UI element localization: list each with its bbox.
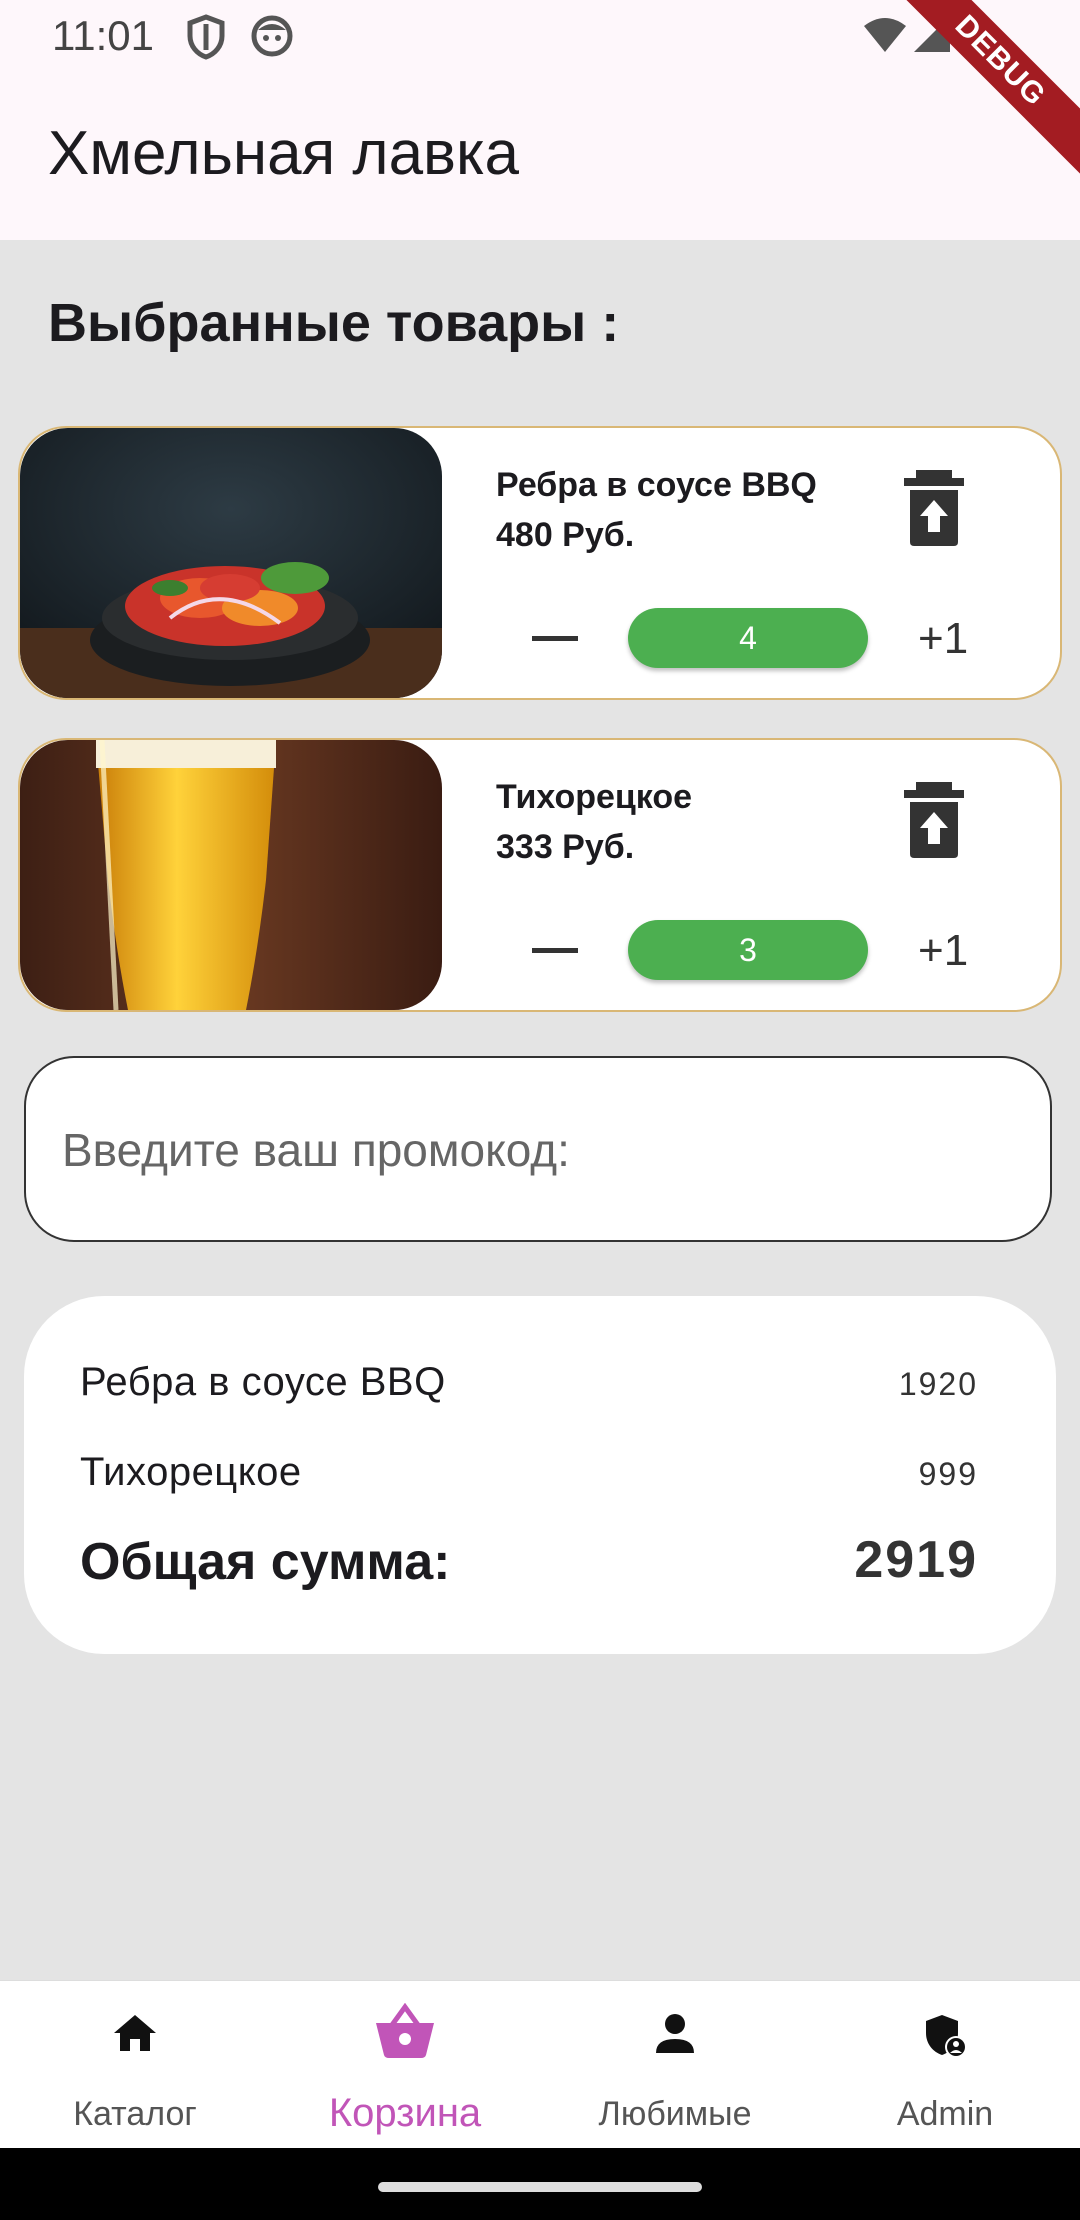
cart-section-title: Выбранные товары : bbox=[48, 293, 620, 353]
basket-icon bbox=[376, 2003, 434, 2058]
summary-item-value: 999 bbox=[918, 1456, 978, 1492]
nav-label: Каталог bbox=[73, 2095, 197, 2133]
system-navigation-bar bbox=[0, 2148, 1080, 2220]
nav-item-favorites[interactable]: Любимые bbox=[540, 1981, 810, 2149]
product-image-ribs bbox=[20, 428, 442, 698]
cart-item-card: Ребра в соусе BBQ 480 Руб. 4 +1 bbox=[18, 426, 1062, 700]
app-title: Хмельная лавка bbox=[48, 119, 519, 188]
nav-item-admin[interactable]: Admin bbox=[810, 1981, 1080, 2149]
promo-code-input[interactable] bbox=[60, 1122, 964, 1178]
cart-item-name: Ребра в соусе BBQ bbox=[496, 466, 817, 504]
promo-code-field[interactable] bbox=[24, 1056, 1052, 1242]
nav-item-catalog[interactable]: Каталог bbox=[0, 1981, 270, 2149]
total-label: Общая сумма: bbox=[80, 1533, 451, 1591]
shield-status-icon bbox=[187, 14, 225, 60]
status-time: 11:01 bbox=[52, 12, 154, 59]
person-icon bbox=[656, 2014, 694, 2053]
order-summary: Ребра в соусе BBQ 1920 Тихорецкое 999 Об… bbox=[24, 1296, 1056, 1654]
total-value: 2919 bbox=[854, 1531, 978, 1589]
summary-item-name: Ребра в соусе BBQ bbox=[80, 1360, 446, 1404]
product-image-beer bbox=[20, 740, 442, 1010]
quantity-badge: 4 bbox=[628, 608, 868, 668]
nav-label: Корзина bbox=[328, 2091, 482, 2135]
cart-item-price: 480 Руб. bbox=[496, 516, 635, 554]
nav-label: Admin bbox=[896, 2095, 994, 2133]
home-gesture-handle[interactable] bbox=[378, 2182, 702, 2192]
summary-item-value: 1920 bbox=[898, 1366, 978, 1402]
delete-icon[interactable] bbox=[898, 780, 970, 860]
nav-item-cart[interactable]: Корзина bbox=[270, 1981, 540, 2149]
bottom-navigation: Каталог Корзина Любимые Admin bbox=[0, 1980, 1080, 2149]
wifi-icon bbox=[864, 18, 906, 52]
home-icon bbox=[114, 2015, 156, 2051]
cart-item-name: Тихорецкое bbox=[496, 778, 693, 816]
android-face-status-icon bbox=[251, 15, 293, 57]
decrement-button[interactable] bbox=[532, 948, 578, 953]
delete-icon[interactable] bbox=[898, 468, 970, 548]
cart-item-card: Тихорецкое 333 Руб. 3 +1 bbox=[18, 738, 1062, 1012]
cart-item-price: 333 Руб. bbox=[496, 828, 635, 866]
increment-button[interactable]: +1 bbox=[918, 614, 968, 664]
increment-button[interactable]: +1 bbox=[918, 926, 968, 976]
debug-banner: DEBUG bbox=[877, 0, 1080, 184]
admin-shield-icon bbox=[926, 2015, 967, 2058]
summary-item-name: Тихорецкое bbox=[80, 1450, 302, 1494]
nav-label: Любимые bbox=[598, 2095, 752, 2133]
decrement-button[interactable] bbox=[532, 636, 578, 641]
quantity-badge: 3 bbox=[628, 920, 868, 980]
top-app-bar: 11:01 DEBUG Хмельная лавка bbox=[0, 0, 1080, 240]
